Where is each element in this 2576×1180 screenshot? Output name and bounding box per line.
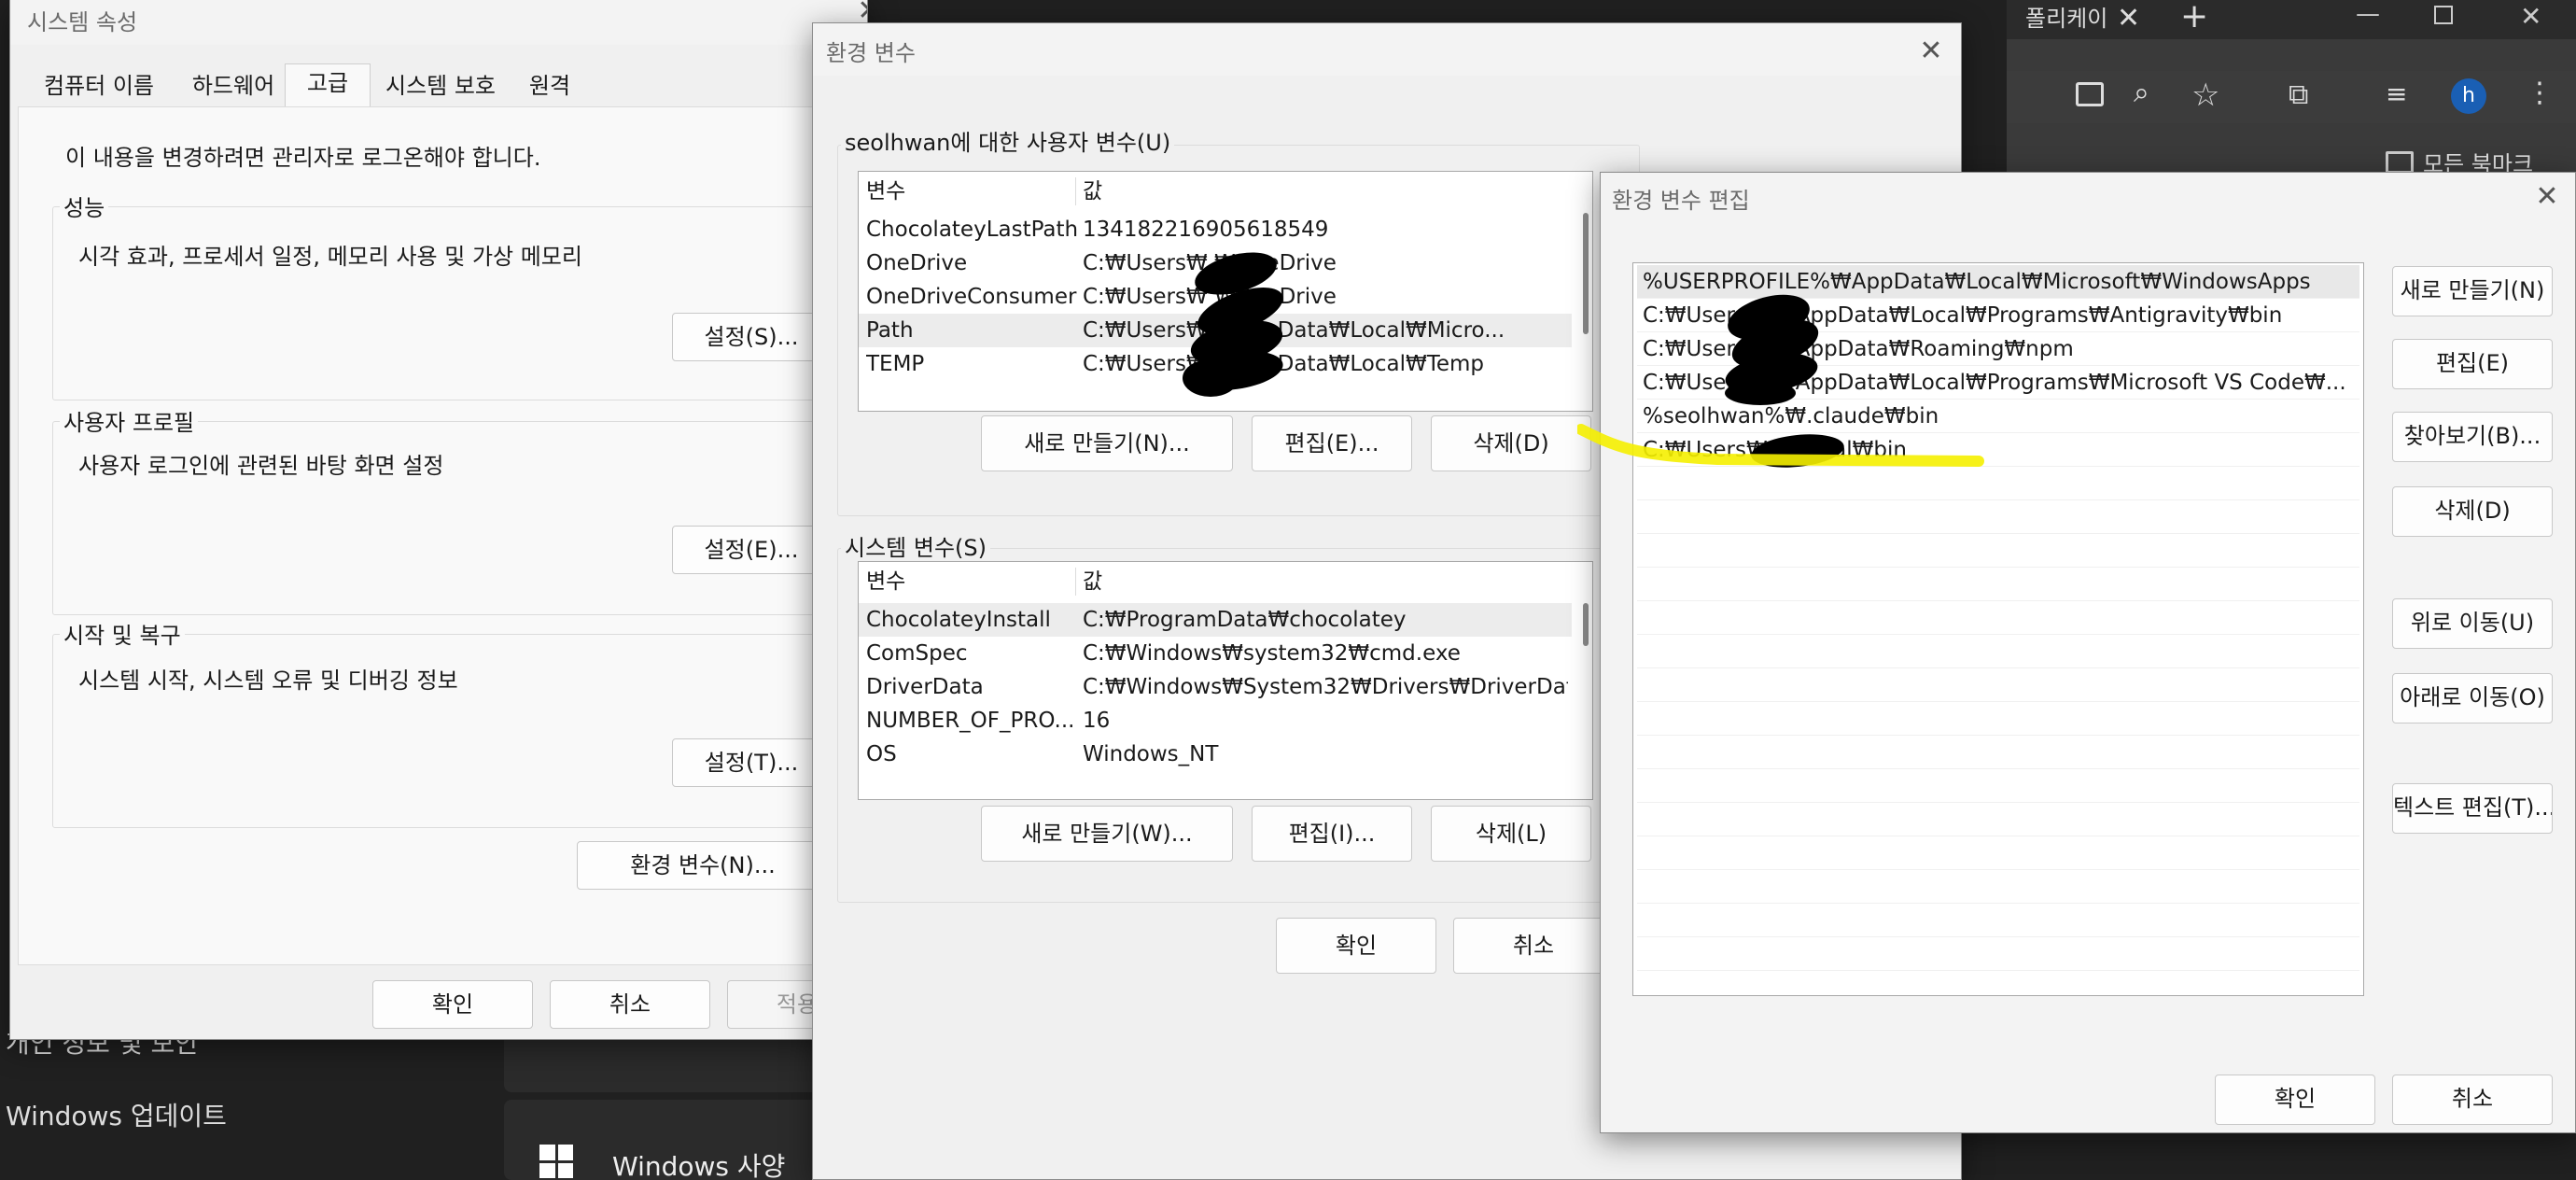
- delete-entry-button[interactable]: 삭제(D): [2392, 486, 2553, 537]
- edit-entry-button[interactable]: 편집(E): [2392, 339, 2553, 389]
- edit-text-button[interactable]: 텍스트 편집(T)...: [2392, 783, 2553, 834]
- admin-note: 이 내용을 변경하려면 관리자로 로그온해야 합니다.: [65, 145, 541, 171]
- system-new-button[interactable]: 새로 만들기(W)...: [981, 806, 1233, 862]
- performance-settings-button[interactable]: 설정(S)...: [672, 313, 831, 361]
- user-variables-label: seolhwan에 대한 사용자 변수(U): [841, 124, 1175, 157]
- close-icon[interactable]: ✕: [1912, 33, 1950, 70]
- dialog-title: 환경 변수: [826, 40, 916, 66]
- list-header: 변수 값: [859, 174, 1572, 209]
- restore-icon[interactable]: [2434, 6, 2453, 24]
- edit-env-titlebar: 환경 변수 편집: [1601, 173, 2575, 225]
- bookmark-star-icon[interactable]: ☆: [2191, 77, 2225, 114]
- windows-logo-icon: [539, 1145, 573, 1178]
- system-properties-titlebar: 시스템 속성: [10, 0, 867, 45]
- cancel-button[interactable]: 취소: [1453, 918, 1614, 974]
- zoom-icon[interactable]: ⌕: [2134, 77, 2167, 110]
- list-item: [1637, 702, 2359, 736]
- cancel-button[interactable]: 취소: [2392, 1075, 2553, 1125]
- tab-advanced[interactable]: 고급: [285, 63, 371, 108]
- list-item[interactable]: %USERPROFILE%₩AppData₩Local₩Microsoft₩Wi…: [1637, 265, 2359, 299]
- move-down-button[interactable]: 아래로 이동(O): [2392, 673, 2553, 723]
- move-up-button[interactable]: 위로 이동(U): [2392, 598, 2553, 649]
- system-variables-label: 시스템 변수(S): [841, 529, 990, 562]
- redaction-mark: [1725, 381, 1796, 405]
- table-row[interactable]: ChocolateyInstall C:₩ProgramData₩chocolat…: [859, 603, 1572, 637]
- environment-variables-button[interactable]: 환경 변수(N)...: [577, 841, 829, 890]
- list-item: [1637, 769, 2359, 803]
- table-row[interactable]: DriverData C:₩Windows₩System32₩Drivers₩Dr…: [859, 670, 1572, 704]
- list-item: [1637, 668, 2359, 702]
- ok-button[interactable]: 확인: [2215, 1075, 2375, 1125]
- table-row[interactable]: ChocolateyLastPath... 134182216905618549: [859, 213, 1572, 246]
- ok-button[interactable]: 확인: [372, 980, 533, 1029]
- settings-sidebar-item-windows-update[interactable]: Windows 업데이트: [6, 1096, 227, 1133]
- profile-avatar[interactable]: h: [2451, 78, 2486, 114]
- table-row[interactable]: OS Windows_NT: [859, 738, 1572, 771]
- highlight-stroke: [1577, 424, 1984, 467]
- startup-label: 시작 및 복구: [60, 617, 185, 650]
- cancel-button[interactable]: 취소: [550, 980, 710, 1029]
- column-header-value[interactable]: 값: [1083, 564, 1102, 599]
- list-item: [1637, 534, 2359, 568]
- user-delete-button[interactable]: 삭제(D): [1431, 415, 1591, 471]
- table-row[interactable]: ComSpec C:₩Windows₩system32₩cmd.exe: [859, 637, 1572, 670]
- extensions-icon[interactable]: ⧉: [2289, 78, 2317, 111]
- tab-hardware[interactable]: 하드웨어: [175, 67, 292, 106]
- browse-button[interactable]: 찾아보기(B)...: [2392, 412, 2553, 462]
- system-edit-button[interactable]: 편집(I)...: [1252, 806, 1412, 862]
- vertical-scrollbar[interactable]: [1583, 603, 1589, 646]
- list-item: [1637, 803, 2359, 836]
- startup-desc: 시스템 시작, 시스템 오류 및 디버깅 정보: [78, 667, 458, 694]
- user-profile-desc: 사용자 로그인에 관련된 바탕 화면 설정: [78, 453, 444, 479]
- ok-button[interactable]: 확인: [1276, 918, 1436, 974]
- tab-remote[interactable]: 원격: [512, 67, 587, 106]
- startup-settings-button[interactable]: 설정(T)...: [672, 738, 831, 787]
- system-properties-dialog: 시스템 속성 ✕ 컴퓨터 이름 하드웨어 고급 시스템 보호 원격 이 내용을 …: [9, 0, 868, 1040]
- list-item: [1637, 836, 2359, 870]
- minimize-icon[interactable]: —: [2356, 0, 2384, 37]
- install-app-icon[interactable]: [2076, 82, 2104, 106]
- user-profile-settings-button[interactable]: 설정(E)...: [672, 526, 831, 574]
- table-row[interactable]: NUMBER_OF_PRO... 16: [859, 704, 1572, 738]
- bookmarks-folder-icon[interactable]: [2386, 151, 2414, 174]
- list-item: [1637, 635, 2359, 668]
- list-item: [1637, 937, 2359, 971]
- dialog-title: 환경 변수 편집: [1612, 188, 1750, 214]
- list-header: 변수 값: [859, 564, 1572, 599]
- browser-menu-icon[interactable]: ⋮: [2526, 75, 2554, 112]
- close-tab-icon[interactable]: ✕: [2117, 0, 2145, 37]
- system-variables-list[interactable]: 변수 값 ChocolateyInstall C:₩ProgramData₩cho…: [858, 561, 1593, 800]
- tab-panel: 이 내용을 변경하려면 관리자로 로그온해야 합니다. 성능 시각 효과, 프로…: [18, 106, 867, 965]
- dialog-title: 시스템 속성: [27, 9, 138, 35]
- user-edit-button[interactable]: 편집(E)...: [1252, 415, 1412, 471]
- vertical-scrollbar[interactable]: [1583, 213, 1589, 334]
- list-item: [1637, 904, 2359, 937]
- tab-computer-name[interactable]: 컴퓨터 이름: [29, 67, 169, 106]
- tab-system-protection[interactable]: 시스템 보호: [371, 67, 511, 106]
- close-window-icon[interactable]: ✕: [2520, 0, 2548, 37]
- media-controls-icon[interactable]: ≡: [2386, 78, 2414, 109]
- system-delete-button[interactable]: 삭제(L): [1431, 806, 1591, 862]
- close-icon[interactable]: ✕: [2528, 178, 2566, 216]
- performance-desc: 시각 효과, 프로세서 일정, 메모리 사용 및 가상 메모리: [78, 244, 582, 270]
- env-vars-titlebar: 환경 변수: [813, 23, 1961, 76]
- list-item: [1637, 500, 2359, 534]
- new-entry-button[interactable]: 새로 만들기(N): [2392, 266, 2553, 316]
- list-item: [1637, 870, 2359, 904]
- user-profile-label: 사용자 프로필: [60, 404, 199, 437]
- list-item: [1637, 736, 2359, 769]
- redaction-mark: [1183, 359, 1239, 397]
- new-tab-icon[interactable]: +: [2180, 0, 2208, 37]
- list-item: [1637, 568, 2359, 601]
- column-header-value[interactable]: 값: [1083, 174, 1102, 209]
- user-new-button[interactable]: 새로 만들기(N)...: [981, 415, 1233, 471]
- column-header-variable[interactable]: 변수: [866, 174, 905, 209]
- list-item: [1637, 601, 2359, 635]
- performance-group: [52, 206, 867, 400]
- column-header-variable[interactable]: 변수: [866, 564, 905, 599]
- windows-spec-label: Windows 사양: [612, 1151, 786, 1180]
- performance-label: 성능: [60, 190, 109, 222]
